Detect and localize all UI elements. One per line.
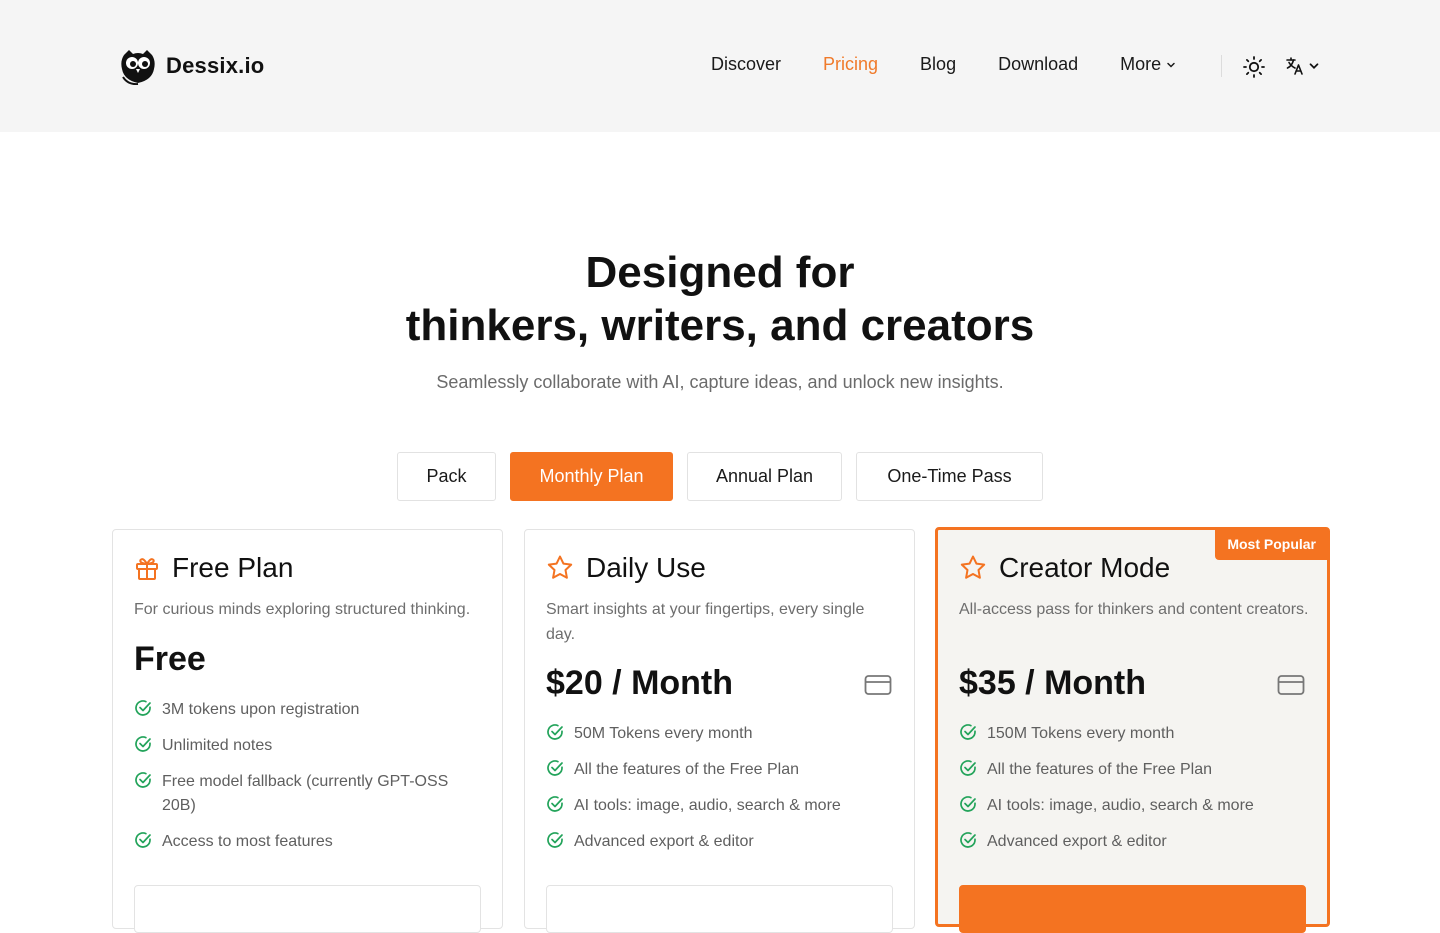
credit-card-icon [864, 675, 892, 695]
check-circle-icon [135, 736, 151, 752]
plan-cta-button[interactable] [546, 885, 893, 933]
feature-text: Free model fallback (currently GPT-OSS 2… [162, 773, 449, 814]
feature-text: AI tools: image, audio, search & more [987, 797, 1254, 814]
check-circle-icon [547, 760, 563, 776]
tab-monthly-plan[interactable]: Monthly Plan [510, 452, 673, 501]
plan-title: Creator Mode [999, 552, 1171, 583]
nav-download[interactable]: Download [998, 54, 1078, 75]
plan-header: Daily Use [546, 552, 706, 584]
plan-description: Smart insights at your fingertips, every… [546, 601, 865, 643]
most-popular-badge: Most Popular [1215, 529, 1328, 560]
plan-description: All-access pass for thinkers and content… [959, 601, 1309, 618]
page-title-line2: thinkers, writers, and creators [405, 301, 1035, 350]
plan-cta-button[interactable] [134, 885, 481, 933]
check-circle-icon [547, 796, 563, 812]
feature-text: 150M Tokens every month [987, 725, 1175, 742]
check-circle-icon [135, 700, 151, 716]
feature-text: Advanced export & editor [574, 833, 754, 850]
plan-price: $20 / Month [546, 664, 734, 702]
tab-one-time-pass[interactable]: One-Time Pass [856, 452, 1043, 501]
list-item: Advanced export & editor [546, 830, 896, 854]
check-circle-icon [547, 724, 563, 740]
credit-card-icon [1277, 675, 1305, 695]
nav-discover[interactable]: Discover [711, 54, 781, 75]
billing-tabs: Pack Monthly Plan Annual Plan One-Time P… [397, 452, 1043, 501]
plan-price: Free [134, 640, 206, 678]
check-circle-icon [960, 796, 976, 812]
feature-text: Advanced export & editor [987, 833, 1167, 850]
feature-text: Access to most features [162, 833, 333, 850]
list-item: Advanced export & editor [959, 830, 1309, 854]
translate-icon [1286, 57, 1303, 75]
site-header: Dessix.io Discover Pricing Blog Download… [0, 0, 1440, 132]
page-title-line1: Designed for [585, 248, 855, 297]
plan-card-creator-mode: Most Popular Creator Mode All-access pas… [935, 527, 1330, 933]
brand-logo[interactable]: Dessix.io [120, 47, 264, 85]
list-item: 50M Tokens every month [546, 722, 896, 746]
list-item: AI tools: image, audio, search & more [546, 794, 896, 818]
plan-features: 150M Tokens every month All the features… [959, 722, 1309, 866]
list-item: 150M Tokens every month [959, 722, 1309, 746]
check-circle-icon [960, 832, 976, 848]
star-icon [547, 555, 573, 579]
plan-card-free: Free Plan For curious minds exploring st… [112, 529, 503, 933]
chevron-down-icon [1167, 62, 1175, 68]
list-item: All the features of the Free Plan [959, 758, 1309, 782]
gift-icon [136, 558, 158, 580]
star-icon [960, 555, 986, 579]
tab-annual-plan[interactable]: Annual Plan [687, 452, 842, 501]
plan-price: $35 / Month [959, 664, 1147, 702]
language-switcher[interactable] [1285, 56, 1321, 76]
feature-text: AI tools: image, audio, search & more [574, 797, 841, 814]
nav-pricing[interactable]: Pricing [823, 54, 878, 75]
nav-blog[interactable]: Blog [920, 54, 956, 75]
feature-text: All the features of the Free Plan [574, 761, 800, 778]
main-nav: Discover Pricing Blog Download More [711, 54, 1177, 75]
check-circle-icon [960, 760, 976, 776]
chevron-down-icon [1309, 63, 1319, 69]
brand-name: Dessix.io [166, 53, 265, 78]
plan-card-daily-use: Daily Use Smart insights at your fingert… [524, 529, 915, 933]
feature-text: 3M tokens upon registration [162, 701, 360, 718]
page-subtitle: Seamlessly collaborate with AI, capture … [436, 372, 1004, 392]
plan-header: Creator Mode [959, 552, 1170, 584]
list-item: Access to most features [134, 830, 484, 854]
plan-title: Free Plan [172, 552, 294, 583]
plan-description: For curious minds exploring structured t… [134, 601, 471, 618]
feature-text: Unlimited notes [162, 737, 273, 754]
list-item: 3M tokens upon registration [134, 698, 484, 722]
check-circle-icon [960, 724, 976, 740]
page-title: Designed for thinkers, writers, and crea… [0, 246, 1440, 352]
check-circle-icon [135, 832, 151, 848]
owl-logo-icon [121, 50, 155, 85]
list-item: AI tools: image, audio, search & more [959, 794, 1309, 818]
list-item: Free model fallback (currently GPT-OSS 2… [134, 770, 484, 818]
nav-divider [1221, 55, 1222, 77]
tab-pack[interactable]: Pack [397, 452, 496, 501]
nav-more[interactable]: More [1120, 54, 1177, 75]
plan-features: 3M tokens upon registration Unlimited no… [134, 698, 484, 866]
nav-more-label: More [1120, 54, 1162, 74]
sun-icon[interactable] [1242, 55, 1266, 79]
feature-text: 50M Tokens every month [574, 725, 753, 742]
check-circle-icon [135, 772, 151, 788]
plan-title: Daily Use [586, 552, 706, 583]
check-circle-icon [547, 832, 563, 848]
plan-header: Free Plan [134, 552, 293, 584]
plan-cta-button[interactable] [959, 885, 1306, 933]
feature-text: All the features of the Free Plan [987, 761, 1213, 778]
list-item: Unlimited notes [134, 734, 484, 758]
plan-features: 50M Tokens every month All the features … [546, 722, 896, 866]
list-item: All the features of the Free Plan [546, 758, 896, 782]
